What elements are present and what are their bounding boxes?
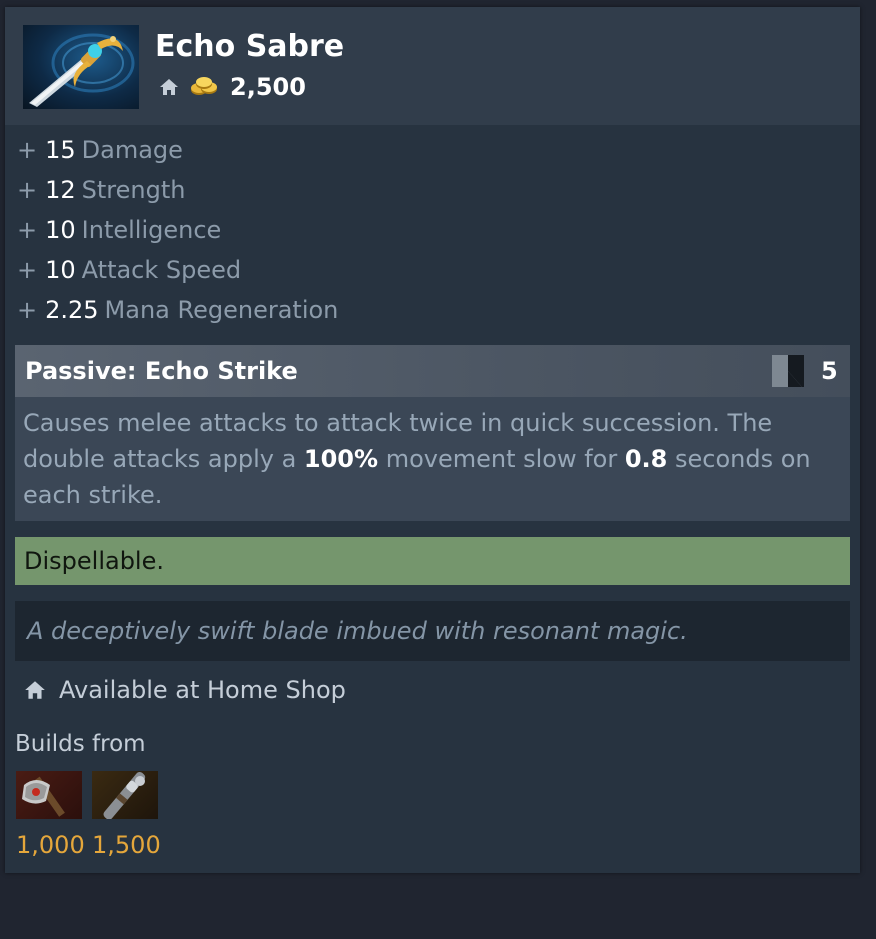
item-cost: 2,500 <box>230 73 306 101</box>
stat-label: Intelligence <box>81 216 222 244</box>
stat-row: +10 Attack Speed <box>17 253 338 293</box>
ability-header: Passive: Echo Strike 5 <box>15 345 850 397</box>
item-title: Echo Sabre <box>155 29 345 64</box>
ability-title: Passive: Echo Strike <box>25 357 298 385</box>
cooldown-icon <box>772 355 804 387</box>
shop-availability: Available at Home Shop <box>23 673 346 707</box>
stat-row: +15 Damage <box>17 133 338 173</box>
stat-row: +10 Intelligence <box>17 213 338 253</box>
component-price: 1,500 <box>92 831 161 859</box>
stat-plus: + <box>17 216 38 244</box>
cooldown-value: 5 <box>821 357 838 385</box>
slow-percent-value: 100% <box>303 445 379 473</box>
stat-label: Mana Regeneration <box>104 296 339 324</box>
dispel-text: Dispellable. <box>24 547 164 575</box>
ability-desc-text: movement slow for <box>378 445 625 473</box>
item-cost-row: 2,500 <box>158 69 306 105</box>
stat-value: 12 <box>45 176 76 204</box>
shop-text: Available at Home Shop <box>59 676 346 704</box>
stat-value: 10 <box>45 216 76 244</box>
stat-plus: + <box>17 136 38 164</box>
echo-sabre-icon <box>23 25 139 109</box>
stat-value: 10 <box>45 256 76 284</box>
stat-value: 2.25 <box>45 296 99 324</box>
ability-description: Causes melee attacks to attack twice in … <box>23 405 845 513</box>
stat-plus: + <box>17 176 38 204</box>
item-tooltip: Echo Sabre 2,500 +15 Damage +12 Strength +… <box>5 7 860 873</box>
stat-label: Strength <box>81 176 186 204</box>
oblivion-staff-icon[interactable] <box>92 771 158 819</box>
slow-duration-value: 0.8 <box>624 445 668 473</box>
home-shop-icon <box>25 681 45 699</box>
stat-value: 15 <box>45 136 76 164</box>
stat-row: +2.25 Mana Regeneration <box>17 293 338 333</box>
ability-panel: Passive: Echo Strike 5 Causes melee atta… <box>15 345 850 521</box>
stat-label: Damage <box>81 136 183 164</box>
stat-label: Attack Speed <box>81 256 242 284</box>
builds-from-label: Builds from <box>15 731 146 757</box>
stat-list: +15 Damage +12 Strength +10 Intelligence +1… <box>17 133 338 333</box>
lore-text: A deceptively swift blade imbued with re… <box>27 617 688 645</box>
stat-plus: + <box>17 296 38 324</box>
stat-row: +12 Strength <box>17 173 338 213</box>
tooltip-header: Echo Sabre 2,500 <box>5 7 860 125</box>
lore-box: A deceptively swift blade imbued with re… <box>15 601 850 661</box>
gold-coins-icon <box>191 77 217 95</box>
dispel-banner: Dispellable. <box>15 537 850 585</box>
stat-plus: + <box>17 256 38 284</box>
ogre-axe-icon[interactable] <box>16 771 82 819</box>
component-price: 1,000 <box>16 831 85 859</box>
home-shop-icon <box>160 79 178 95</box>
